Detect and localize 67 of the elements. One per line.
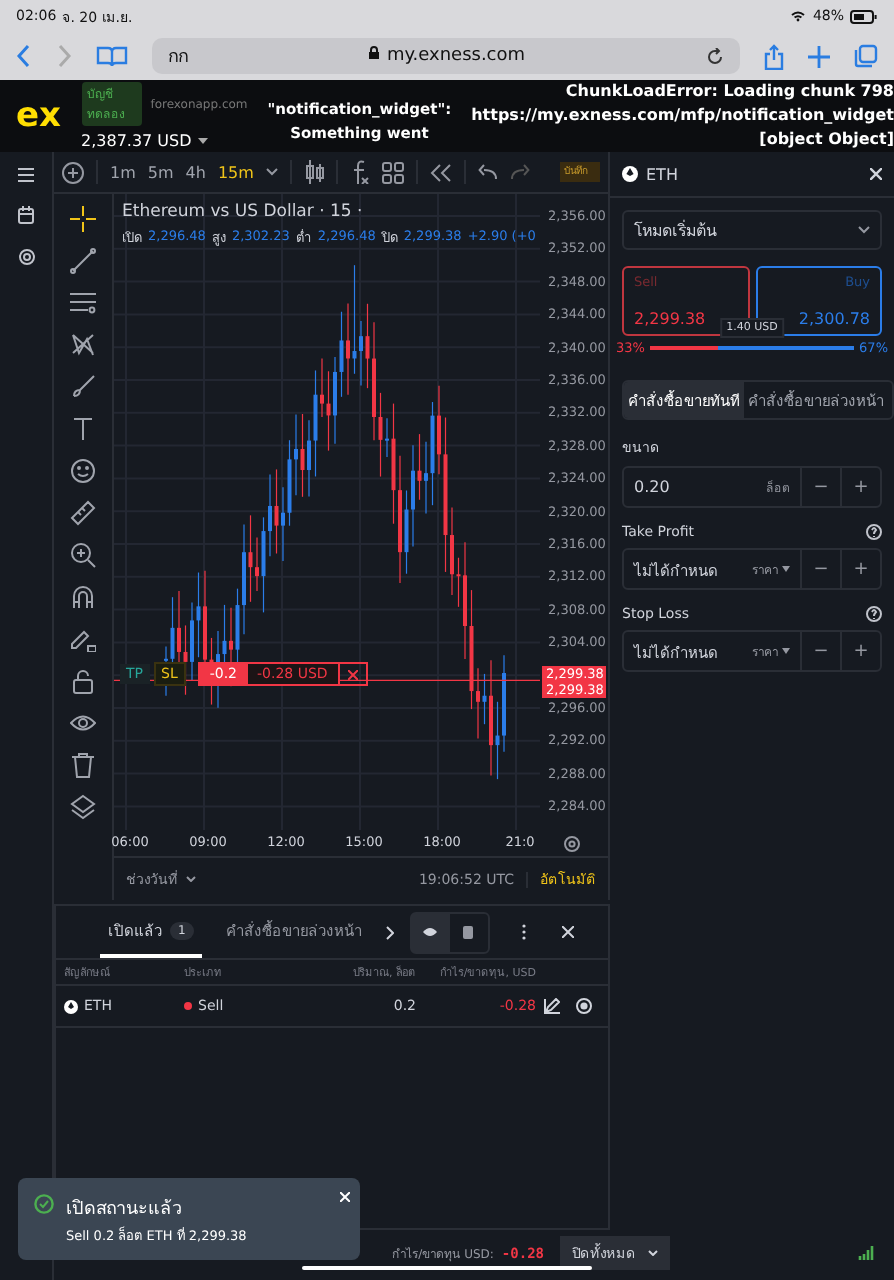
toast-title: เปิดสถานะแล้ว: [66, 1197, 184, 1222]
pencil-lock-icon[interactable]: [70, 626, 96, 652]
timeframe-tab[interactable]: 5m: [147, 163, 174, 181]
signal-icon: [858, 1246, 874, 1260]
eye-icon[interactable]: [422, 926, 439, 938]
close-position-icon[interactable]: [576, 998, 592, 1014]
timeframe-tab[interactable]: 4h: [185, 163, 206, 181]
parallel-lines-icon[interactable]: [70, 290, 96, 316]
smiley-icon[interactable]: [70, 458, 96, 484]
zoom-in-icon[interactable]: [70, 542, 96, 568]
error-text: ChunkLoadError: Loading chunk 798: [563, 80, 894, 104]
help-icon[interactable]: [866, 524, 882, 540]
clipboard-icon[interactable]: [462, 924, 475, 940]
unlock-icon[interactable]: [70, 668, 96, 694]
tab-text: กก: [168, 46, 188, 70]
tabs-icon[interactable]: [854, 44, 878, 68]
battery-icon: [850, 9, 878, 23]
error-text: https://my.exness.com/mfp/notification_widget: [471, 104, 894, 128]
reload-icon[interactable]: [706, 47, 724, 65]
chart-title: Ethereum vs US Dollar · 15 ·: [122, 202, 363, 222]
ethereum-icon: [622, 166, 638, 182]
undo-icon[interactable]: [477, 164, 498, 180]
symbol-name: ETH: [646, 165, 678, 183]
chevron-down-icon: [858, 226, 870, 234]
trend-line-icon[interactable]: [70, 248, 96, 274]
grid-icon[interactable]: [381, 161, 404, 183]
lock-icon: [368, 46, 381, 60]
magnet-icon[interactable]: [70, 584, 96, 610]
caret-icon: [197, 138, 208, 144]
more-icon[interactable]: [521, 924, 526, 940]
chevron-down-icon: [648, 1250, 658, 1256]
new-tab-icon[interactable]: [808, 45, 830, 67]
crosshair-icon[interactable]: [70, 206, 96, 232]
candles-icon[interactable]: [303, 160, 324, 184]
menu-icon[interactable]: [18, 168, 34, 182]
pattern-icon[interactable]: [70, 332, 96, 358]
edit-icon[interactable]: [544, 998, 560, 1014]
wifi-icon: [790, 10, 807, 22]
logo: ex: [16, 96, 61, 136]
share-icon[interactable]: [764, 43, 784, 69]
url-text: my.exness.com: [386, 46, 526, 66]
calendar-icon[interactable]: [18, 206, 34, 224]
mode-dropdown[interactable]: โหมดเริ่มต้น: [622, 210, 882, 250]
error-text: [object Object]: [757, 128, 894, 152]
chevron-right-icon[interactable]: [385, 925, 394, 939]
function-icon[interactable]: [349, 160, 370, 184]
chevron-down-icon: [186, 876, 196, 882]
add-icon[interactable]: [62, 161, 84, 183]
chevron-down-icon[interactable]: [265, 168, 278, 176]
brush-icon[interactable]: [70, 374, 96, 400]
settings-icon[interactable]: [564, 835, 580, 851]
eye-icon[interactable]: [70, 710, 96, 736]
book-icon[interactable]: [96, 44, 128, 68]
timeframe-tab[interactable]: 1m: [110, 163, 136, 181]
ruler-icon[interactable]: [70, 500, 96, 526]
check-circle-icon: [34, 1194, 54, 1214]
rewind-icon[interactable]: [429, 163, 452, 181]
text-icon[interactable]: [70, 416, 96, 442]
layers-icon[interactable]: [70, 794, 96, 820]
back-icon[interactable]: [16, 44, 32, 68]
settings-icon[interactable]: [17, 248, 35, 266]
timeframe-tab[interactable]: 15m: [217, 163, 254, 181]
balance-dropdown[interactable]: 2,387.37 USD: [81, 132, 248, 150]
ethereum-icon: [64, 999, 78, 1013]
help-icon[interactable]: [866, 606, 882, 622]
trash-icon[interactable]: [70, 752, 96, 778]
address-bar[interactable]: กก my.exness.com: [152, 38, 740, 74]
